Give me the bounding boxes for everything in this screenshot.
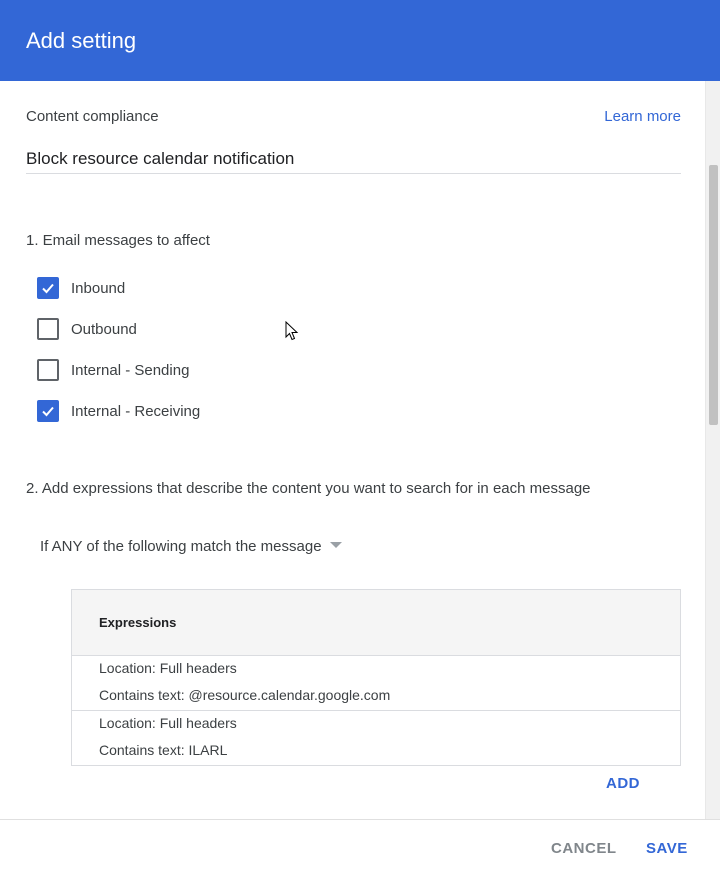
- expressions-table: Expressions Location: Full headers Conta…: [71, 589, 681, 766]
- learn-more-link[interactable]: Learn more: [604, 108, 681, 125]
- cancel-button[interactable]: CANCEL: [551, 840, 617, 857]
- expressions-table-header: Expressions: [72, 590, 680, 656]
- internal-sending-checkbox[interactable]: [37, 359, 59, 381]
- vertical-scrollbar[interactable]: [705, 81, 720, 819]
- expressions-column-header: Expressions: [99, 615, 177, 630]
- dialog-header: Add setting: [0, 0, 720, 81]
- match-mode-value: If ANY of the following match the messag…: [40, 538, 322, 555]
- setting-name-input[interactable]: [26, 145, 681, 174]
- internal-sending-label: Internal - Sending: [71, 361, 190, 379]
- internal-receiving-label: Internal - Receiving: [71, 402, 201, 420]
- outbound-label: Outbound: [71, 320, 137, 338]
- setting-type-label: Content compliance: [26, 108, 159, 125]
- inbound-label: Inbound: [71, 279, 126, 297]
- expression-location: Location: Full headers: [99, 715, 237, 731]
- outbound-checkbox[interactable]: [37, 318, 59, 340]
- dialog-footer: CANCEL SAVE: [0, 819, 720, 876]
- internal-receiving-checkbox-row[interactable]: Internal - Receiving: [37, 400, 200, 422]
- inbound-checkbox-row[interactable]: Inbound: [37, 277, 125, 299]
- match-mode-dropdown[interactable]: If ANY of the following match the messag…: [40, 538, 342, 555]
- dialog-body[interactable]: Content compliance Learn more 1. Email m…: [0, 81, 720, 819]
- add-setting-dialog: Add setting Content compliance Learn mor…: [0, 0, 720, 876]
- add-expression-button[interactable]: ADD: [606, 775, 640, 792]
- expression-row[interactable]: Location: Full headers Contains text: IL…: [72, 711, 680, 766]
- scrollbar-thumb[interactable]: [709, 165, 718, 425]
- expression-contains: Contains text: ILARL: [99, 742, 228, 758]
- expression-row[interactable]: Location: Full headers Contains text: @r…: [72, 656, 680, 711]
- expressions-heading: 2. Add expressions that describe the con…: [26, 480, 591, 497]
- internal-receiving-checkbox[interactable]: [37, 400, 59, 422]
- checkmark-icon: [42, 283, 54, 294]
- expression-location: Location: Full headers: [99, 660, 237, 676]
- dialog-title: Add setting: [26, 28, 137, 53]
- inbound-checkbox[interactable]: [37, 277, 59, 299]
- expression-contains: Contains text: @resource.calendar.google…: [99, 687, 391, 703]
- internal-sending-checkbox-row[interactable]: Internal - Sending: [37, 359, 189, 381]
- checkmark-icon: [42, 406, 54, 417]
- outbound-checkbox-row[interactable]: Outbound: [37, 318, 137, 340]
- save-button[interactable]: SAVE: [646, 840, 688, 857]
- email-messages-heading: 1. Email messages to affect: [26, 232, 210, 249]
- dropdown-arrow-icon: [329, 541, 342, 548]
